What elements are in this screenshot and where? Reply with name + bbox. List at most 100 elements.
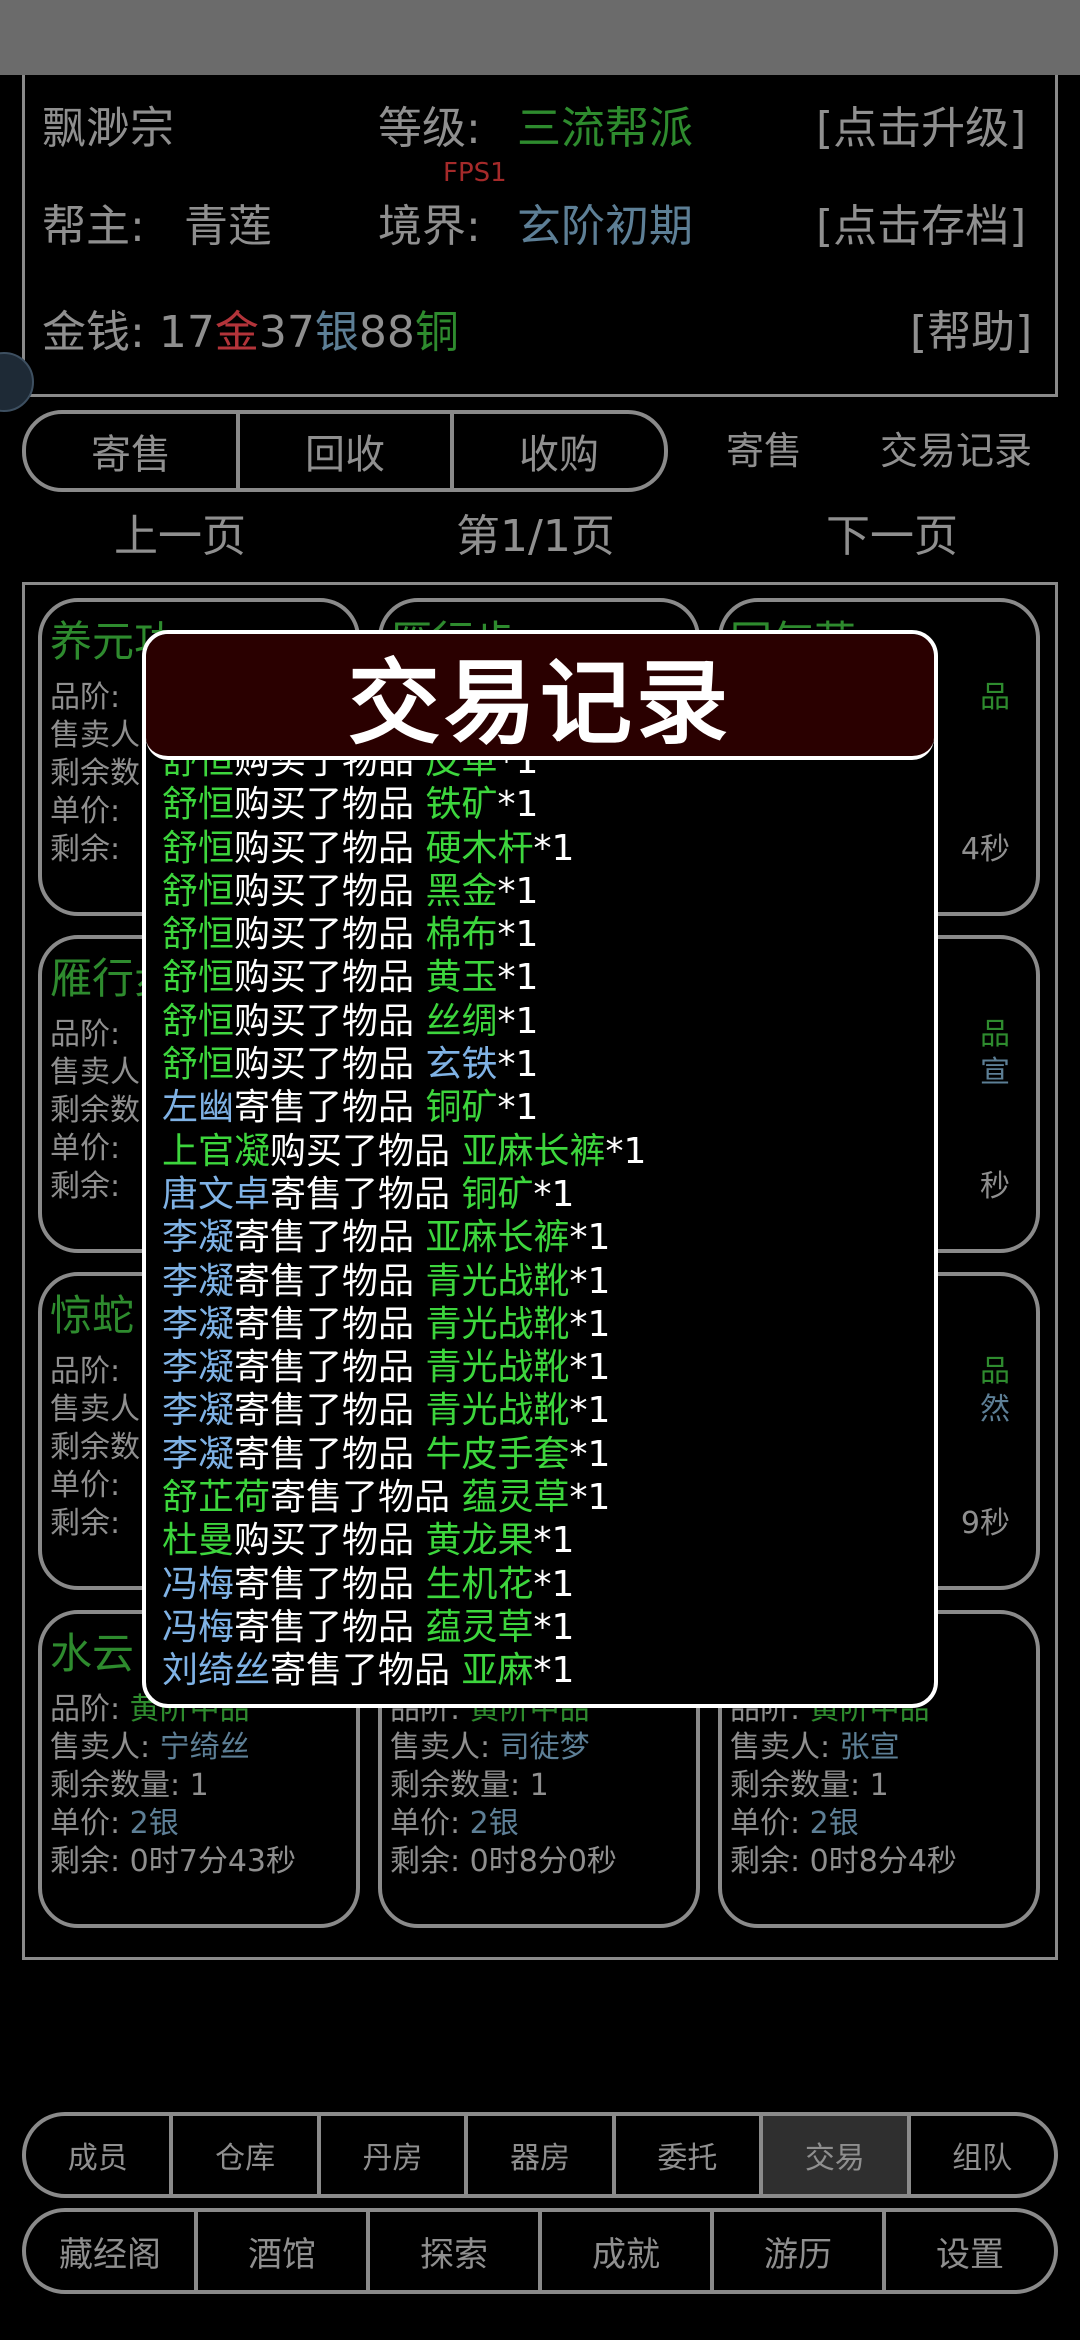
record-player-name[interactable]: 舒恒 (162, 914, 234, 955)
card-item-name: 惊蛇 (50, 1291, 135, 1340)
record-action: 寄售了物品 (270, 1173, 462, 1215)
tab-purchase[interactable]: 收购 (450, 414, 664, 488)
record-line: 舒恒购买了物品 黄玉*1 (162, 956, 922, 999)
record-item-name: 生机花 (425, 1563, 534, 1605)
record-quantity: *1 (497, 870, 539, 912)
nav-trade[interactable]: 交易 (759, 2116, 907, 2194)
record-action: 寄售了物品 (234, 1087, 426, 1129)
save-button[interactable]: [点击存档] (816, 190, 1026, 254)
card-row: 宣 (980, 1047, 1010, 1091)
record-player-name[interactable]: 唐文卓 (162, 1174, 270, 1215)
money-label: 金钱: (42, 307, 145, 358)
record-quantity: *1 (569, 1347, 611, 1389)
record-player-name[interactable]: 舒恒 (162, 1001, 234, 1042)
record-quantity: *1 (569, 1477, 611, 1519)
nav-commission[interactable]: 委托 (611, 2116, 759, 2194)
nav-members[interactable]: 成员 (26, 2116, 169, 2194)
record-player-name[interactable]: 李凝 (162, 1390, 234, 1431)
record-line: 舒恒购买了物品 硬木杆*1 (162, 827, 922, 870)
card-row-value: 9秒 (960, 1506, 1010, 1541)
record-quantity: *1 (497, 760, 539, 782)
nav-warehouse[interactable]: 仓库 (169, 2116, 316, 2194)
leader-value: 青莲 (184, 201, 272, 252)
record-action: 寄售了物品 (234, 1217, 426, 1259)
card-row-value: 秒 (980, 1169, 1010, 1204)
record-quantity: *1 (533, 1606, 575, 1648)
record-item-name: 玄铁 (425, 1044, 498, 1086)
record-player-name[interactable]: 李凝 (162, 1347, 234, 1388)
record-line: 舒恒购买了物品 玄铁*1 (162, 1043, 922, 1086)
record-line: 舒芷荷寄售了物品 蕴灵草*1 (162, 1476, 922, 1519)
card-row-value: 1 (529, 1768, 549, 1803)
record-item-name: 亚麻长裤 (425, 1217, 570, 1259)
help-button[interactable]: [帮助] (910, 296, 1032, 360)
nav-explore[interactable]: 探索 (366, 2212, 538, 2290)
record-player-name[interactable]: 左幽 (162, 1087, 234, 1128)
record-player-name[interactable]: 刘绮丝 (162, 1650, 270, 1690)
record-player-name[interactable]: 舒恒 (162, 784, 234, 825)
nav-tavern[interactable]: 酒馆 (194, 2212, 366, 2290)
secondary-nav: 藏经阁 酒馆 探索 成就 游历 设置 (22, 2208, 1058, 2294)
record-player-name[interactable]: 舒芷荷 (162, 1477, 270, 1518)
nav-achievements[interactable]: 成就 (538, 2212, 710, 2290)
record-player-name[interactable]: 上官凝 (162, 1131, 270, 1172)
card-row-label: 剩余: (50, 832, 121, 867)
record-player-name[interactable]: 舒恒 (162, 760, 234, 782)
money-silver: 37 (258, 307, 315, 358)
record-item-name: 亚麻长裤 (461, 1130, 606, 1172)
nav-forge[interactable]: 器房 (464, 2116, 611, 2194)
record-quantity: *1 (569, 1217, 611, 1259)
record-action: 购买了物品 (234, 760, 426, 782)
record-quantity: *1 (569, 1390, 611, 1432)
record-item-name: 蕴灵草 (461, 1477, 570, 1519)
record-item-name: 青光战靴 (425, 1390, 570, 1432)
record-quantity: *1 (497, 1000, 539, 1042)
consign-button[interactable]: 寄售 (726, 420, 802, 475)
card-row-value: 4秒 (960, 832, 1010, 867)
record-action: 购买了物品 (270, 1130, 462, 1172)
page-indicator: 第1/1页 (456, 511, 615, 562)
upgrade-button[interactable]: [点击升级] (816, 92, 1026, 156)
card-row: 9秒 (961, 1498, 1010, 1542)
nav-alchemy[interactable]: 丹房 (316, 2116, 464, 2194)
record-line: 上官凝购买了物品 亚麻长裤*1 (162, 1130, 922, 1173)
card-row-value: 1 (189, 1768, 209, 1803)
record-quantity: *1 (533, 1173, 575, 1215)
record-action: 寄售了物品 (270, 1477, 462, 1519)
next-page-button[interactable]: 下一页 (826, 500, 958, 564)
record-player-name[interactable]: 李凝 (162, 1217, 234, 1258)
record-action: 寄售了物品 (270, 1650, 462, 1690)
tab-consign[interactable]: 寄售 (26, 414, 236, 488)
record-player-name[interactable]: 李凝 (162, 1434, 234, 1475)
record-player-name[interactable]: 舒恒 (162, 1044, 234, 1085)
trade-records-button[interactable]: 交易记录 (880, 420, 1032, 475)
record-item-name: 硬木杆 (425, 827, 534, 869)
record-action: 寄售了物品 (234, 1433, 426, 1475)
trade-records-modal: 交易记录 舒恒购买了物品 皮革*1 舒恒购买了物品 铁矿*1 舒恒购买了物品 硬木杆… (142, 630, 938, 1708)
record-player-name[interactable]: 冯梅 (162, 1564, 234, 1605)
record-quantity: *1 (533, 827, 575, 869)
record-player-name[interactable]: 舒恒 (162, 828, 234, 869)
record-line: 左幽寄售了物品 铜矿*1 (162, 1086, 922, 1129)
record-line: 李凝寄售了物品 牛皮手套*1 (162, 1433, 922, 1476)
realm-value: 玄阶初期 (517, 201, 693, 252)
record-player-name[interactable]: 冯梅 (162, 1607, 234, 1648)
record-player-name[interactable]: 李凝 (162, 1261, 234, 1302)
record-action: 寄售了物品 (234, 1606, 426, 1648)
record-item-name: 青光战靴 (425, 1347, 570, 1389)
record-line: 舒恒购买了物品 铁矿*1 (162, 783, 922, 826)
nav-settings[interactable]: 设置 (882, 2212, 1054, 2290)
nav-travel[interactable]: 游历 (710, 2212, 882, 2290)
record-action: 购买了物品 (234, 914, 426, 956)
nav-team[interactable]: 组队 (906, 2116, 1054, 2194)
nav-library[interactable]: 藏经阁 (26, 2212, 194, 2290)
record-player-name[interactable]: 李凝 (162, 1304, 234, 1345)
record-player-name[interactable]: 舒恒 (162, 957, 234, 998)
record-line: 冯梅寄售了物品 蕴灵草*1 (162, 1606, 922, 1649)
prev-page-button[interactable]: 上一页 (114, 500, 246, 564)
record-player-name[interactable]: 舒恒 (162, 871, 234, 912)
records-list: 舒恒购买了物品 皮革*1 舒恒购买了物品 铁矿*1 舒恒购买了物品 硬木杆*1 舒恒购… (162, 760, 922, 1690)
record-player-name[interactable]: 杜曼 (162, 1520, 234, 1561)
records-scroll-area[interactable]: 舒恒购买了物品 皮革*1 舒恒购买了物品 铁矿*1 舒恒购买了物品 硬木杆*1 舒恒购… (162, 760, 922, 1690)
tab-recycle[interactable]: 回收 (236, 414, 450, 488)
